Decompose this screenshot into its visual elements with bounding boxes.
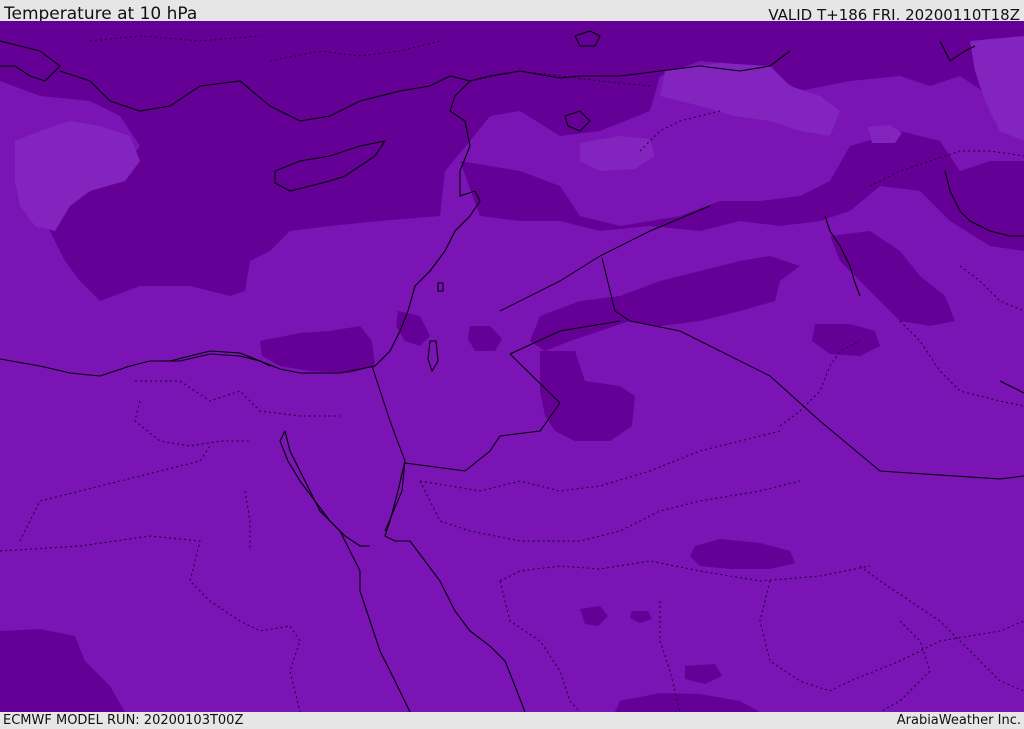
map-canvas [0, 21, 1024, 712]
header-bar: Temperature at 10 hPa VALID T+186 FRI. 2… [0, 0, 1024, 24]
credit-label: ArabiaWeather Inc. [896, 713, 1021, 728]
model-run-label: ECMWF MODEL RUN: 20200103T00Z [3, 713, 244, 728]
temperature-map[interactable] [0, 21, 1024, 712]
footer-bar: ECMWF MODEL RUN: 20200103T00Z ArabiaWeat… [0, 712, 1024, 729]
